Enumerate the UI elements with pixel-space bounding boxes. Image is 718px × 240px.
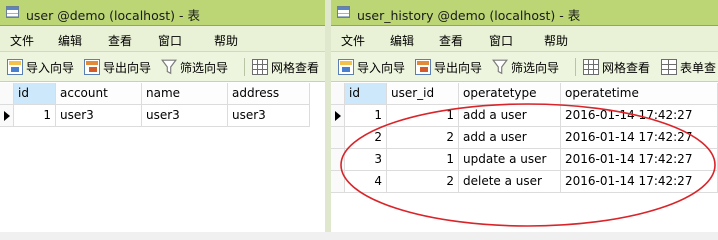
table-cell[interactable]: 2016-01-14 17:42:27 <box>561 171 718 193</box>
menu-bar: 文件 编辑 查看 窗口 帮助 <box>0 26 325 52</box>
table-cell[interactable]: user3 <box>56 105 142 127</box>
table-cell[interactable]: 1 <box>387 105 459 127</box>
table-cell[interactable]: 2 <box>387 171 459 193</box>
menu-view[interactable]: 查看 <box>108 32 132 49</box>
import-wizard-icon <box>7 59 23 75</box>
grid-view-button[interactable]: 网格查看 <box>583 58 650 76</box>
menu-edit[interactable]: 编辑 <box>58 32 82 49</box>
toolbar: 导入向导 导出向导 筛选向导 网格查看 表单查 <box>331 52 718 82</box>
window-title: user_history @demo (localhost) - 表 <box>357 8 581 23</box>
menu-window[interactable]: 窗口 <box>489 32 513 49</box>
table-cell[interactable]: 2016-01-14 17:42:27 <box>561 127 718 149</box>
funnel-icon <box>161 59 177 75</box>
table-cell[interactable]: 1 <box>345 105 387 127</box>
table-cell[interactable]: 3 <box>345 149 387 171</box>
export-wizard-label: 导出向导 <box>434 60 483 75</box>
row-indicator[interactable] <box>0 105 14 127</box>
import-wizard-button[interactable]: 导入向导 <box>7 58 74 76</box>
import-wizard-label: 导入向导 <box>357 60 406 75</box>
data-grid: id account name address 1 user3 user3 us… <box>0 83 325 232</box>
current-row-arrow-icon <box>335 111 341 121</box>
table-window-icon <box>337 6 350 18</box>
column-header-account[interactable]: account <box>56 83 142 105</box>
menu-help[interactable]: 帮助 <box>214 32 238 49</box>
column-header-id[interactable]: id <box>14 83 56 105</box>
table-cell[interactable]: 2 <box>345 127 387 149</box>
export-wizard-button[interactable]: 导出向导 <box>415 58 482 76</box>
table-cell[interactable]: 2016-01-14 17:42:27 <box>561 105 718 127</box>
toolbar: 导入向导 导出向导 筛选向导 网格查看 <box>0 52 325 82</box>
menu-file[interactable]: 文件 <box>341 32 365 49</box>
toolbar-separator <box>244 58 245 76</box>
form-view-button[interactable]: 表单查 <box>661 58 716 76</box>
column-header-operatetype[interactable]: operatetype <box>459 83 561 105</box>
table-cell[interactable]: update a user <box>459 149 561 171</box>
menu-window[interactable]: 窗口 <box>158 32 182 49</box>
filter-wizard-label: 筛选向导 <box>180 60 229 75</box>
column-header-address[interactable]: address <box>228 83 310 105</box>
funnel-icon <box>492 59 508 75</box>
menu-help[interactable]: 帮助 <box>544 32 568 49</box>
table-cell[interactable]: user3 <box>142 105 228 127</box>
grid-view-label: 网格查看 <box>271 60 320 75</box>
grid-view-button[interactable]: 网格查看 <box>252 58 319 76</box>
row-indicator[interactable] <box>331 171 345 193</box>
title-bar[interactable]: user_history @demo (localhost) - 表 <box>331 0 718 26</box>
table-cell[interactable]: 1 <box>14 105 56 127</box>
current-row-arrow-icon <box>4 111 10 121</box>
table-cell[interactable]: add a user <box>459 105 561 127</box>
table-cell[interactable]: 4 <box>345 171 387 193</box>
window-title: user @demo (localhost) - 表 <box>26 8 200 23</box>
filter-wizard-button[interactable]: 筛选向导 <box>492 58 559 76</box>
data-grid: id user_id operatetype operatetime 1 1 a… <box>331 83 718 232</box>
menu-file[interactable]: 文件 <box>10 32 34 49</box>
table-window-icon <box>6 6 19 18</box>
user-table-window: user @demo (localhost) - 表 文件 编辑 查看 窗口 帮… <box>0 0 325 232</box>
table-cell[interactable]: 1 <box>387 149 459 171</box>
grid-view-icon <box>583 59 599 75</box>
grid-view-label: 网格查看 <box>602 60 651 75</box>
column-header-user-id[interactable]: user_id <box>387 83 459 105</box>
export-wizard-label: 导出向导 <box>103 60 152 75</box>
row-indicator[interactable] <box>331 105 345 127</box>
header-corner <box>0 83 14 105</box>
grid-view-icon <box>252 59 268 75</box>
export-wizard-icon <box>84 59 100 75</box>
table-cell[interactable]: 2016-01-14 17:42:27 <box>561 149 718 171</box>
title-bar[interactable]: user @demo (localhost) - 表 <box>0 0 325 26</box>
table-cell[interactable]: user3 <box>228 105 310 127</box>
row-indicator[interactable] <box>331 127 345 149</box>
filter-wizard-label: 筛选向导 <box>511 60 560 75</box>
column-header-operatetime[interactable]: operatetime <box>561 83 718 105</box>
table-cell[interactable]: add a user <box>459 127 561 149</box>
filter-wizard-button[interactable]: 筛选向导 <box>161 58 228 76</box>
menu-bar: 文件 编辑 查看 窗口 帮助 <box>331 26 718 52</box>
menu-edit[interactable]: 编辑 <box>390 32 414 49</box>
table-cell[interactable]: delete a user <box>459 171 561 193</box>
export-wizard-button[interactable]: 导出向导 <box>84 58 151 76</box>
row-indicator[interactable] <box>331 149 345 171</box>
import-wizard-icon <box>338 59 354 75</box>
toolbar-separator <box>575 58 576 76</box>
import-wizard-button[interactable]: 导入向导 <box>338 58 405 76</box>
header-corner <box>331 83 345 105</box>
table-cell[interactable]: 2 <box>387 127 459 149</box>
form-view-label: 表单查 <box>680 60 717 75</box>
column-header-name[interactable]: name <box>142 83 228 105</box>
menu-view[interactable]: 查看 <box>439 32 463 49</box>
user-history-table-window: user_history @demo (localhost) - 表 文件 编辑… <box>331 0 718 232</box>
export-wizard-icon <box>415 59 431 75</box>
column-header-id[interactable]: id <box>345 83 387 105</box>
import-wizard-label: 导入向导 <box>26 60 75 75</box>
form-view-icon <box>661 59 677 75</box>
